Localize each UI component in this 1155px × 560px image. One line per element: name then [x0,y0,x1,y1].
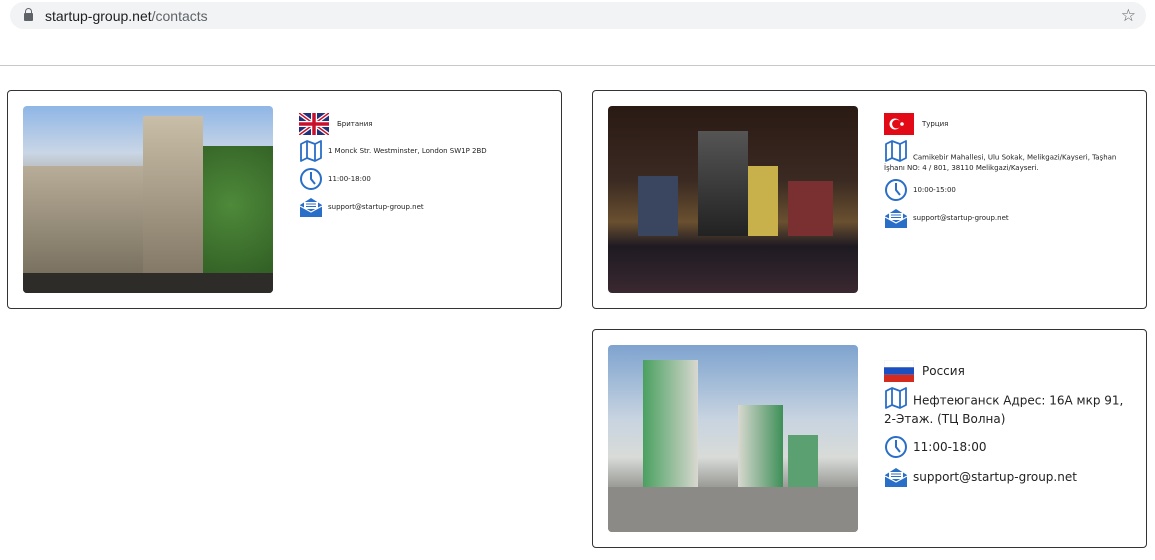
office-card-russia: Россия Нефтеюганск Адрес: 16А мкр 91, 2-… [592,329,1147,548]
office-address: 1 Monck Str. Westminster, London SW1P 2B… [328,147,487,155]
map-icon [300,140,322,162]
office-address: Нефтеюганск Адрес: 16А мкр 91, 2-Этаж. (… [884,393,1124,426]
office-photo [608,106,858,293]
mail-icon [884,466,908,488]
clock-icon [885,178,907,201]
office-info: Британия 1 Monck Str. Westminster, Londo… [299,113,547,223]
clock-icon [300,168,322,190]
country-name: Турция [922,120,949,128]
uk-flag-icon [299,113,329,135]
address-bar[interactable]: startup-group.net/contacts ☆ [10,2,1146,29]
map-icon [885,140,907,162]
clock-icon [885,435,907,458]
divider [0,65,1155,66]
lock-icon [24,8,33,21]
office-hours: 11:00-18:00 [913,439,987,454]
office-info: Турция Camikebir Mahallesi, Ulu Sokak, M… [884,113,1132,234]
office-hours: 11:00-18:00 [328,175,371,183]
map-icon [885,387,907,409]
bookmark-star-icon[interactable]: ☆ [1121,6,1136,26]
turkey-flag-icon [884,113,914,135]
office-card-turkey: Турция Camikebir Mahallesi, Ulu Sokak, M… [592,90,1147,309]
country-name: Россия [922,364,965,378]
russia-flag-icon [884,360,914,382]
office-info: Россия Нефтеюганск Адрес: 16А мкр 91, 2-… [884,360,1132,493]
office-email[interactable]: support@startup-group.net [328,203,424,211]
url-path: /contacts [151,7,208,24]
office-card-uk: Британия 1 Monck Str. Westminster, Londo… [7,90,562,309]
mail-icon [884,207,908,229]
office-address: Camikebir Mahallesi, Ulu Sokak, Melikgaz… [884,153,1117,173]
office-email[interactable]: support@startup-group.net [913,470,1077,484]
office-hours: 10:00-15:00 [913,185,956,194]
office-email[interactable]: support@startup-group.net [913,214,1009,222]
office-photo [23,106,273,293]
mail-icon [299,197,323,218]
country-name: Британия [337,120,373,128]
url-domain: startup-group.net [45,7,152,24]
office-photo [608,345,858,532]
